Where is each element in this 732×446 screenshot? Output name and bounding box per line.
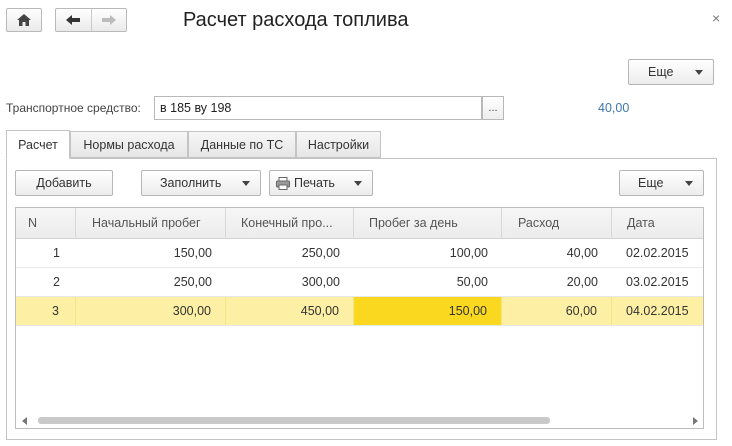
table-more-label: Еще (638, 176, 664, 190)
tab-consumption-norms[interactable]: Нормы расхода (70, 131, 188, 158)
printer-icon (276, 176, 290, 190)
chevron-down-icon (242, 180, 250, 186)
print-button[interactable]: Печать (269, 170, 373, 196)
chevron-down-icon (685, 180, 693, 186)
cell-end-mileage: 300,00 (301, 275, 340, 289)
print-button-label: Печать (294, 176, 335, 190)
home-button[interactable] (6, 8, 42, 32)
cell-date: 04.02.2015 (626, 304, 689, 318)
cell-date: 02.02.2015 (626, 246, 689, 260)
cell-date: 03.02.2015 (626, 275, 689, 289)
fuel-table: N Начальный пробег Конечный про... Пробе… (15, 207, 704, 429)
table-header: N Начальный пробег Конечный про... Пробе… (16, 208, 703, 239)
close-icon[interactable]: × (712, 10, 720, 26)
table-row[interactable]: 2 250,00 300,00 50,00 20,00 03.02.2015 (16, 268, 703, 297)
column-header-end-mileage[interactable]: Конечный про... (226, 208, 354, 239)
history-navigation (55, 8, 127, 32)
table-row[interactable]: 1 150,00 250,00 100,00 40,00 02.02.2015 (16, 239, 703, 268)
horizontal-scrollbar[interactable] (20, 415, 700, 425)
forward-button[interactable] (90, 9, 127, 31)
tab-calculation[interactable]: Расчет (6, 130, 70, 159)
scroll-right-icon[interactable] (693, 417, 698, 425)
fill-button-label: Заполнить (160, 176, 222, 190)
cell-start-mileage: 250,00 (173, 275, 212, 289)
header-more-button[interactable]: Еще (628, 59, 714, 85)
table-row-selected[interactable]: 3 300,00 450,00 150,00 60,00 04.02.2015 (16, 297, 703, 326)
total-consumption-value: 40,00 (598, 101, 630, 115)
arrow-right-icon (101, 15, 116, 25)
cell-consumption: 20,00 (566, 275, 598, 289)
home-icon (17, 14, 31, 26)
cell-consumption: 40,00 (566, 246, 598, 260)
scrollbar-thumb[interactable] (38, 417, 550, 424)
cell-n: 2 (53, 275, 60, 289)
chevron-down-icon (695, 69, 703, 75)
scroll-left-icon[interactable] (22, 417, 27, 425)
fill-button[interactable]: Заполнить (141, 170, 261, 196)
cell-end-mileage: 250,00 (301, 246, 340, 260)
cell-daily-mileage-focused[interactable]: 150,00 (354, 297, 502, 325)
column-header-date[interactable]: Дата (612, 208, 703, 239)
tab-settings[interactable]: Настройки (296, 131, 381, 158)
cell-start-mileage: 150,00 (173, 246, 212, 260)
header-more-label: Еще (648, 65, 674, 79)
arrow-left-icon (66, 15, 81, 25)
cell-start-mileage: 300,00 (76, 297, 226, 325)
tab-vehicle-data[interactable]: Данные по ТС (188, 131, 296, 158)
cell-consumption: 60,00 (502, 297, 612, 325)
vehicle-input[interactable]: в 185 ву 198 (154, 96, 482, 120)
back-button[interactable] (56, 9, 91, 31)
cell-daily-mileage: 50,00 (456, 275, 488, 289)
column-header-consumption[interactable]: Расход (502, 208, 612, 239)
cell-n: 3 (16, 297, 76, 325)
cell-end-mileage: 450,00 (226, 297, 354, 325)
cell-daily-mileage: 100,00 (449, 246, 488, 260)
vehicle-select-button[interactable]: ... (482, 96, 504, 120)
page-title: Расчет расхода топлива (183, 9, 409, 31)
chevron-down-icon (354, 180, 362, 186)
vehicle-label: Транспортное средство: (6, 101, 141, 115)
cell-n: 1 (53, 246, 60, 260)
add-button[interactable]: Добавить (15, 170, 113, 196)
table-more-button[interactable]: Еще (619, 170, 704, 196)
column-header-start-mileage[interactable]: Начальный пробег (76, 208, 226, 239)
column-header-n[interactable]: N (16, 208, 76, 239)
column-header-daily-mileage[interactable]: Пробег за день (354, 208, 502, 239)
